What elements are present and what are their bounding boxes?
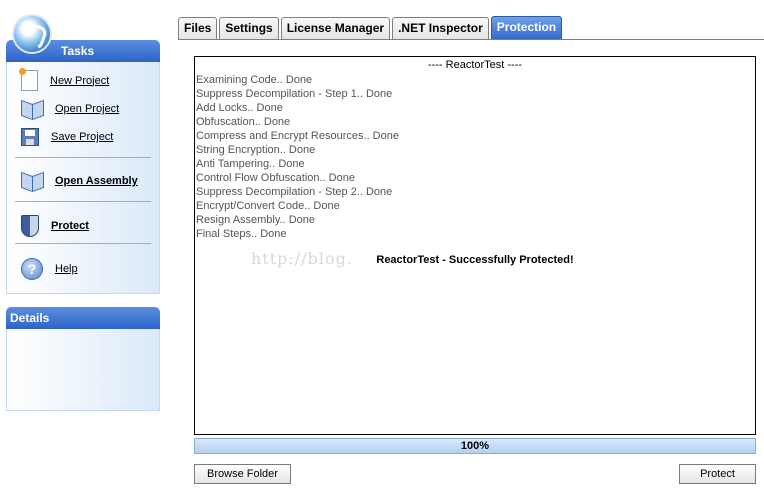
- tab-net-inspector[interactable]: .NET Inspector: [392, 17, 489, 39]
- sidebar: Tasks New Project Open Project Save Proj…: [0, 0, 170, 496]
- task-new-project[interactable]: New Project: [19, 68, 109, 91]
- tab-files[interactable]: Files: [178, 17, 218, 39]
- log-line: Obfuscation.. Done: [196, 116, 291, 128]
- details-title: Details: [10, 311, 50, 325]
- task-open-assembly[interactable]: Open Assembly: [21, 172, 138, 190]
- log-line: Final Steps.. Done: [196, 228, 287, 240]
- protect-button[interactable]: Protect: [679, 464, 756, 484]
- log-line: Encrypt/Convert Code.. Done: [196, 200, 340, 212]
- log-line: Resign Assembly.. Done: [196, 214, 316, 226]
- log-line: Suppress Decompilation - Step 1.. Done: [196, 88, 393, 100]
- log-line: Anti Tampering.. Done: [196, 158, 305, 170]
- task-save-project[interactable]: Save Project: [21, 128, 113, 146]
- progress-bar: 100%: [194, 438, 756, 454]
- protection-log[interactable]: ---- ReactorTest ---- Examining Code.. D…: [194, 56, 756, 435]
- log-line: Add Locks.. Done: [196, 102, 283, 114]
- result-message: ReactorTest - Successfully Protected!: [376, 254, 574, 266]
- log-line: Compress and Encrypt Resources.. Done: [196, 130, 399, 142]
- task-label[interactable]: Help: [55, 263, 78, 275]
- protection-panel: ---- ReactorTest ---- Examining Code.. D…: [178, 40, 764, 496]
- tab-protection[interactable]: Protection: [490, 16, 563, 40]
- help-icon: ?: [21, 258, 43, 280]
- tab-license-manager[interactable]: License Manager: [280, 17, 391, 39]
- log-lines: Examining Code.. Done Suppress Decompila…: [196, 73, 399, 241]
- tasks-title: Tasks: [61, 44, 95, 58]
- shield-icon: [21, 215, 39, 237]
- log-line: Control Flow Obfuscation.. Done: [196, 172, 355, 184]
- tasks-panel: New Project Open Project Save Project Op…: [6, 62, 160, 294]
- app-logo-icon: [12, 14, 52, 54]
- divider: [15, 201, 151, 202]
- open-project-icon: [21, 100, 43, 118]
- divider: [15, 157, 151, 158]
- log-line: String Encryption.. Done: [196, 144, 316, 156]
- open-assembly-icon: [21, 172, 43, 190]
- task-label[interactable]: New Project: [50, 75, 109, 87]
- details-panel-header: Details: [6, 307, 160, 329]
- task-label[interactable]: Open Project: [55, 103, 119, 115]
- log-line: Examining Code.. Done: [196, 74, 313, 86]
- log-line: Suppress Decompilation - Step 2.. Done: [196, 186, 393, 198]
- divider: [15, 243, 151, 244]
- progress-label: 100%: [460, 440, 490, 452]
- details-panel: [6, 329, 160, 411]
- task-open-project[interactable]: Open Project: [21, 100, 119, 118]
- new-project-icon: [19, 68, 38, 91]
- log-title: ---- ReactorTest ----: [427, 59, 523, 71]
- browse-folder-button[interactable]: Browse Folder: [194, 464, 291, 484]
- task-label[interactable]: Open Assembly: [55, 175, 138, 187]
- tab-settings[interactable]: Settings: [219, 17, 279, 39]
- tab-bar: Files Settings License Manager .NET Insp…: [178, 16, 564, 40]
- task-protect[interactable]: Protect: [21, 215, 89, 237]
- save-project-icon: [21, 128, 39, 146]
- task-label[interactable]: Save Project: [51, 131, 113, 143]
- task-help[interactable]: ? Help: [21, 258, 78, 280]
- task-label[interactable]: Protect: [51, 220, 89, 232]
